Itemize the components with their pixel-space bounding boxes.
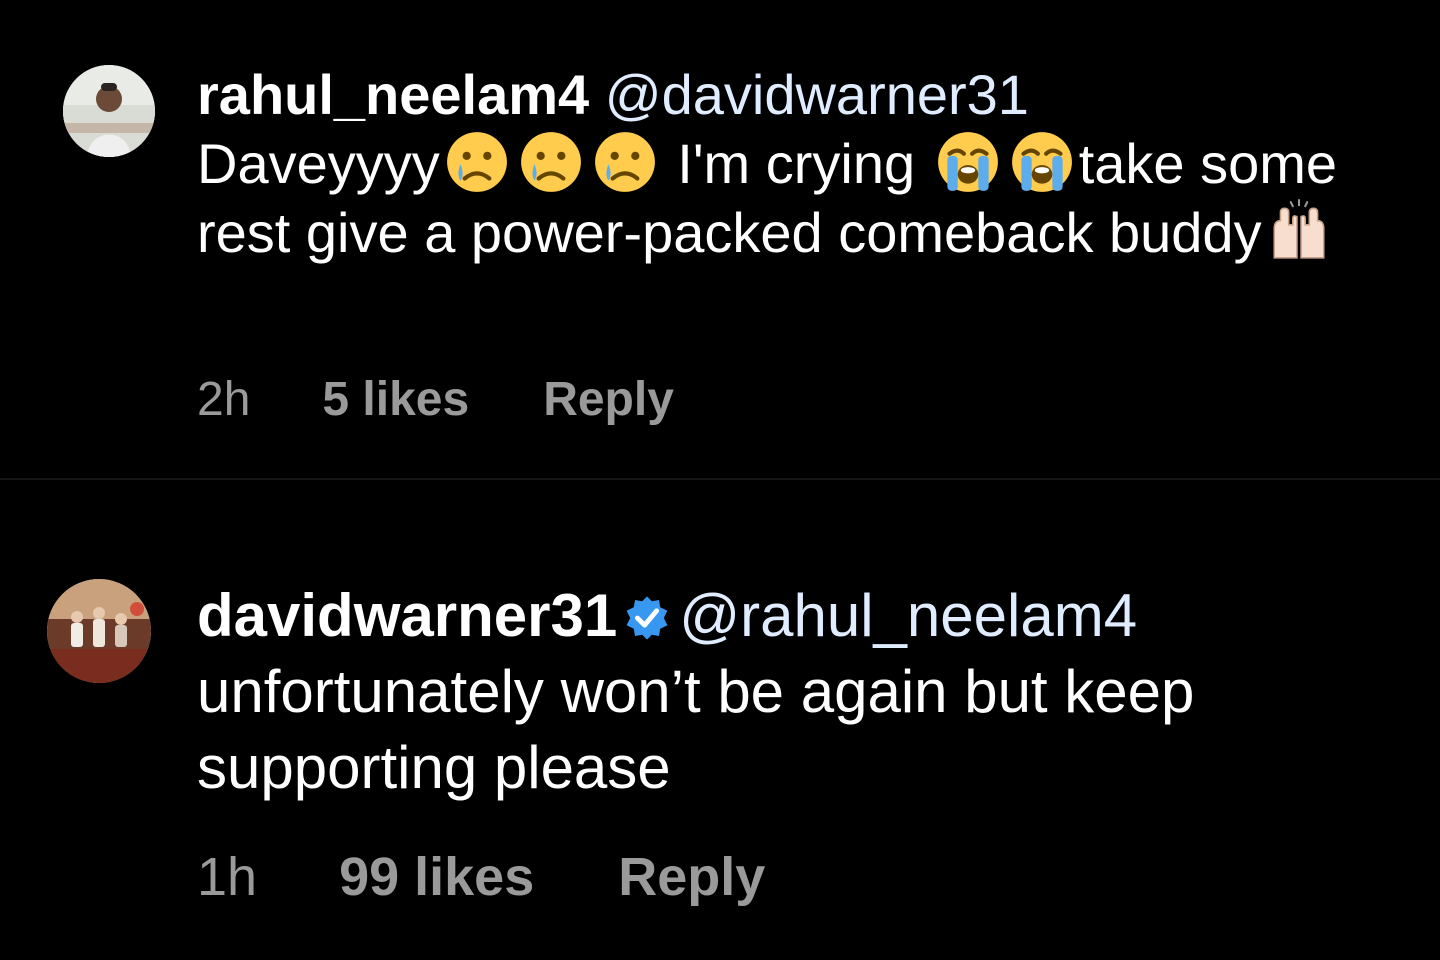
mention-link[interactable]: @rahul_neelam4 (679, 582, 1137, 649)
mention-link[interactable]: @davidwarner31 (605, 63, 1029, 126)
comment-meta: 1h 99 likes Reply (197, 846, 765, 908)
loudly-crying-face-icon (1009, 129, 1075, 195)
comment-body: rahul_neelam4 @davidwarner31 Daveyyyy I'm… (197, 60, 1397, 267)
crying-face-icon (518, 129, 584, 195)
avatar[interactable] (63, 65, 155, 157)
likes-count[interactable]: 99 likes (339, 846, 534, 908)
avatar-photo (47, 579, 151, 683)
comment-timestamp: 2h (197, 373, 251, 426)
comment-text: I'm crying (661, 132, 931, 195)
comment-item: rahul_neelam4 @davidwarner31 Daveyyyy I'm… (0, 0, 1440, 478)
avatar-photo (63, 65, 155, 157)
verified-badge-icon (623, 594, 671, 642)
reply-button[interactable]: Reply (543, 372, 674, 427)
comment-item: davidwarner31 @rahul_neelam4 unfortunately… (0, 480, 1440, 960)
raising-hands-icon (1266, 198, 1332, 264)
avatar[interactable] (47, 579, 151, 683)
crying-face-icon (592, 129, 658, 195)
comment-body: davidwarner31 @rahul_neelam4 unfortunately… (197, 578, 1397, 806)
crying-face-icon (444, 129, 510, 195)
comment-meta: 2h 5 likes Reply (197, 372, 674, 427)
comment-username[interactable]: davidwarner31 (197, 582, 617, 649)
comment-timestamp: 1h (197, 847, 258, 907)
comment-text: unfortunately won’t be again but keep su… (197, 658, 1195, 801)
comment-username[interactable]: rahul_neelam4 (197, 63, 589, 126)
comment-text: Daveyyyy (197, 132, 440, 195)
likes-count[interactable]: 5 likes (322, 372, 469, 427)
reply-button[interactable]: Reply (618, 846, 765, 908)
loudly-crying-face-icon (935, 129, 1001, 195)
